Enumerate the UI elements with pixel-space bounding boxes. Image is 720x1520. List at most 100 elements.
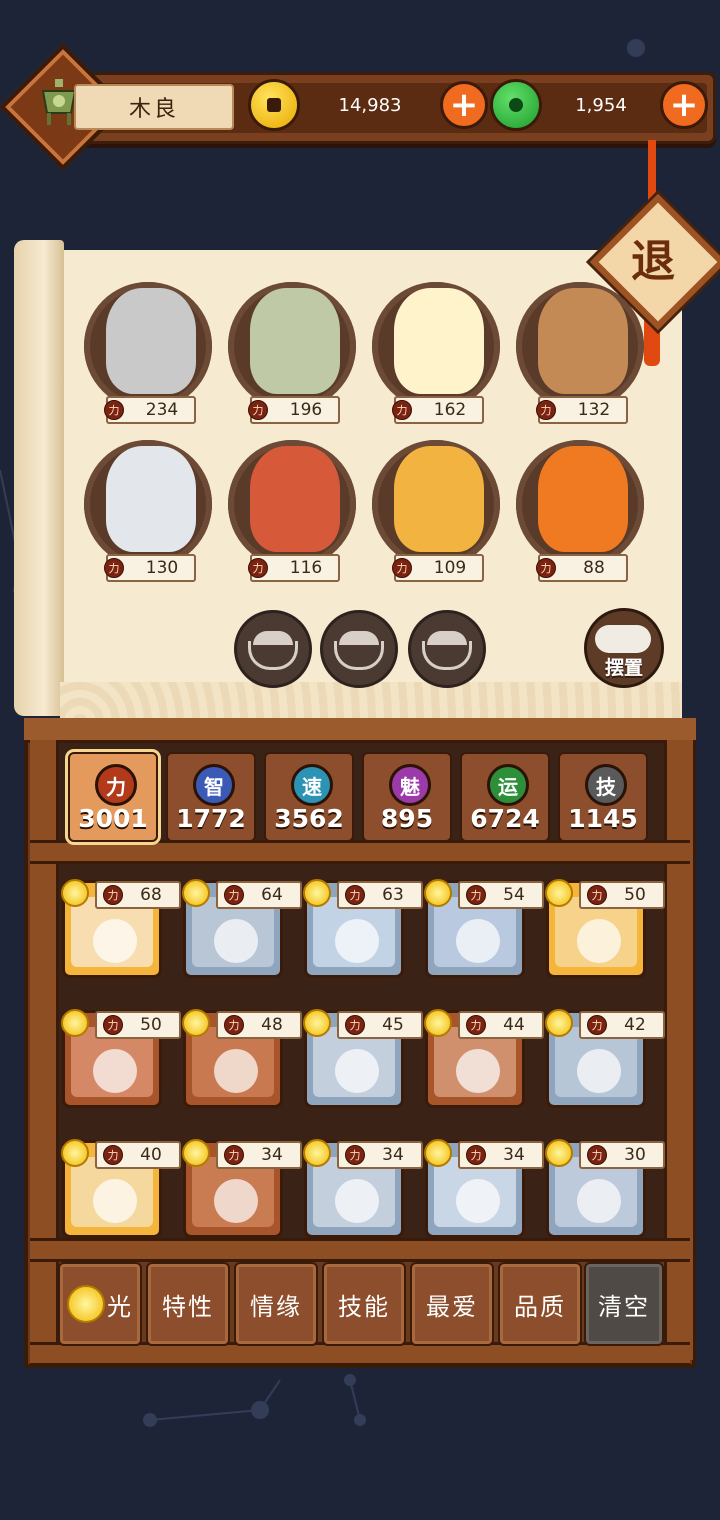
power-icon: 力 <box>587 1015 607 1035</box>
jade-currency: 1,954 + <box>490 79 708 131</box>
sun-icon <box>303 879 331 907</box>
attribute-tab[interactable]: 智 1772 <box>166 752 256 842</box>
character-card[interactable]: 力 42 <box>545 1009 665 1108</box>
power-tag: 力 44 <box>458 1011 544 1039</box>
team-member-money-bag-god[interactable]: 力 196 <box>228 282 358 432</box>
power-value: 63 <box>382 885 404 905</box>
character-card[interactable]: 力 50 <box>545 879 665 978</box>
filter-traits-button[interactable]: 特性 <box>146 1262 230 1346</box>
team-member-egg-twins[interactable]: 力 162 <box>372 282 502 432</box>
character-card[interactable]: 力 68 <box>61 879 181 978</box>
shelf-divider <box>30 1238 690 1262</box>
arrange-button[interactable]: 摆置 <box>584 608 664 688</box>
power-tag: 力 34 <box>216 1141 302 1169</box>
power-icon: 力 <box>248 558 268 578</box>
filter-bond-button[interactable]: 情缘 <box>234 1262 318 1346</box>
sun-icon <box>182 879 210 907</box>
filter-light-label: 光 <box>107 1292 133 1321</box>
power-icon: 力 <box>224 885 244 905</box>
attribute-tab[interactable]: 力 3001 <box>68 752 158 842</box>
team-member-mushroom-boy[interactable]: 力 116 <box>228 440 358 590</box>
power-tag: 力 50 <box>579 881 665 909</box>
team-member-lotus-buddha[interactable]: 力 109 <box>372 440 502 590</box>
power-value: 40 <box>140 1145 162 1165</box>
filter-bond-label: 情缘 <box>250 1292 302 1321</box>
attribute-icon: 运 <box>487 764 529 806</box>
filter-light-button[interactable]: 光 <box>58 1262 142 1346</box>
power-value: 50 <box>140 1015 162 1035</box>
character-portrait <box>106 446 196 552</box>
attribute-tab[interactable]: 魅 895 <box>362 752 452 842</box>
scroll-wave-border <box>60 682 682 718</box>
power-icon: 力 <box>536 558 556 578</box>
empty-slot-bowl-icon[interactable] <box>320 610 398 688</box>
character-card[interactable]: 力 44 <box>424 1009 544 1108</box>
character-card[interactable]: 力 54 <box>424 879 544 978</box>
team-member-silver-hair-warrior[interactable]: 力 234 <box>84 282 214 432</box>
team-member-crowned-cake-girl[interactable]: 力 132 <box>516 282 646 432</box>
power-value: 34 <box>382 1145 404 1165</box>
empty-slot-bowl-icon[interactable] <box>408 610 486 688</box>
sun-icon <box>61 1009 89 1037</box>
power-tag: 力 34 <box>337 1141 423 1169</box>
attribute-value: 895 <box>380 804 434 833</box>
power-tag: 力 68 <box>95 881 181 909</box>
add-gold-button[interactable]: + <box>440 81 488 129</box>
power-value: 88 <box>583 558 605 578</box>
power-tag: 力 116 <box>248 554 340 582</box>
sun-icon <box>303 1139 331 1167</box>
team-member-tiger-general[interactable]: 力 130 <box>84 440 214 590</box>
power-icon: 力 <box>536 400 556 420</box>
team-member-fire-spirit[interactable]: 力 88 <box>516 440 646 590</box>
power-icon: 力 <box>466 885 486 905</box>
character-card[interactable]: 力 45 <box>303 1009 423 1108</box>
power-value: 45 <box>382 1015 404 1035</box>
power-icon: 力 <box>587 885 607 905</box>
character-card[interactable]: 力 50 <box>61 1009 181 1108</box>
sun-icon <box>424 1009 452 1037</box>
power-tag: 力 88 <box>536 554 628 582</box>
power-icon: 力 <box>392 400 412 420</box>
character-card[interactable]: 力 34 <box>303 1139 423 1238</box>
filter-quality-button[interactable]: 品质 <box>498 1262 582 1346</box>
power-icon: 力 <box>103 885 123 905</box>
empty-slot-bowl-icon[interactable] <box>234 610 312 688</box>
power-tag: 力 130 <box>104 554 196 582</box>
power-tag: 力 196 <box>248 396 340 424</box>
attribute-icon: 技 <box>585 764 627 806</box>
power-value: 68 <box>140 885 162 905</box>
cabinet-left-post <box>30 740 59 1360</box>
character-card[interactable]: 力 48 <box>182 1009 302 1108</box>
sun-icon <box>61 1139 89 1167</box>
attribute-tab[interactable]: 运 6724 <box>460 752 550 842</box>
power-tag: 力 34 <box>458 1141 544 1169</box>
attribute-tab[interactable]: 速 3562 <box>264 752 354 842</box>
power-icon: 力 <box>587 1145 607 1165</box>
character-portrait <box>394 288 484 394</box>
clear-filters-label: 清空 <box>598 1292 650 1321</box>
character-portrait <box>538 446 628 552</box>
attribute-icon: 魅 <box>389 764 431 806</box>
filter-skills-button[interactable]: 技能 <box>322 1262 406 1346</box>
add-jade-button[interactable]: + <box>660 81 708 129</box>
character-card[interactable]: 力 64 <box>182 879 302 978</box>
power-icon: 力 <box>103 1015 123 1035</box>
jade-coin-icon <box>490 79 542 131</box>
character-card[interactable]: 力 40 <box>61 1139 181 1238</box>
sun-icon <box>545 1009 573 1037</box>
power-value: 132 <box>577 400 611 420</box>
clear-filters-button[interactable]: 清空 <box>584 1262 664 1346</box>
power-value: 42 <box>624 1015 646 1035</box>
character-card[interactable]: 力 63 <box>303 879 423 978</box>
power-icon: 力 <box>345 885 365 905</box>
character-card[interactable]: 力 34 <box>182 1139 302 1238</box>
power-tag: 力 109 <box>392 554 484 582</box>
filter-favorite-button[interactable]: 最爱 <box>410 1262 494 1346</box>
attribute-value: 6724 <box>470 804 540 833</box>
character-card[interactable]: 力 34 <box>424 1139 544 1238</box>
character-card[interactable]: 力 30 <box>545 1139 665 1238</box>
power-value: 48 <box>261 1015 283 1035</box>
attribute-tab[interactable]: 技 1145 <box>558 752 648 842</box>
power-value: 162 <box>433 400 467 420</box>
power-icon: 力 <box>224 1015 244 1035</box>
